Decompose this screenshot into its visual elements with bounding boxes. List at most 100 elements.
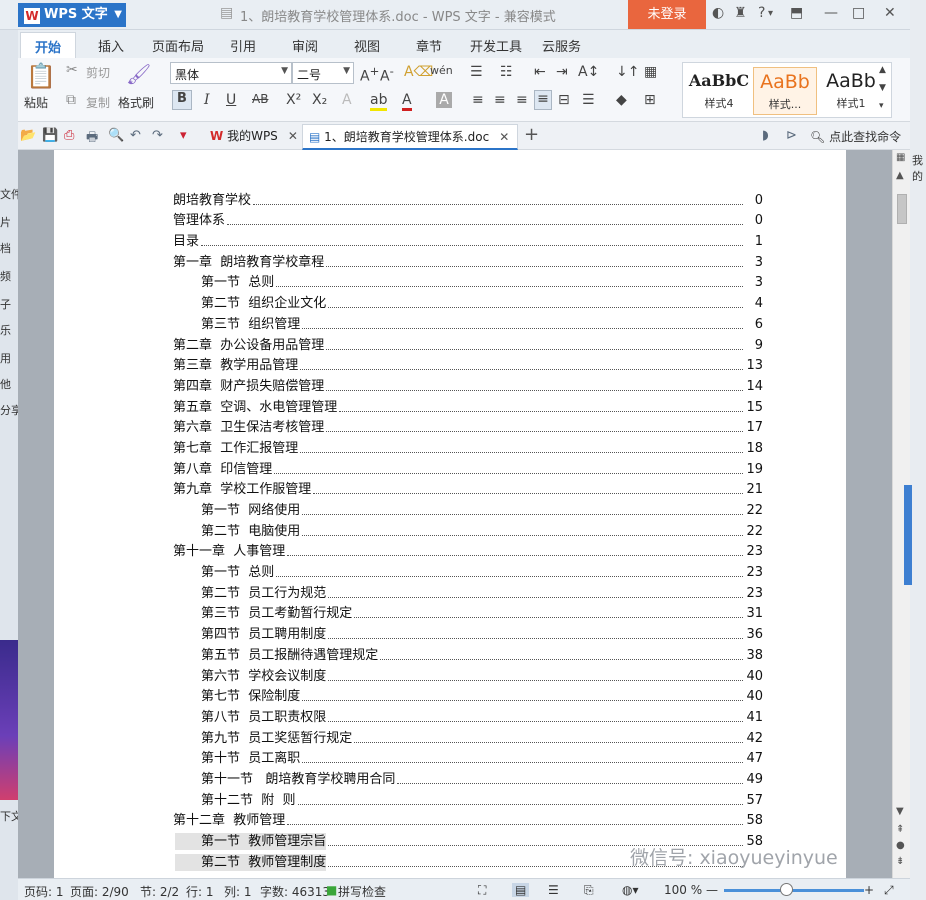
toc-entry[interactable]: 第二章 办公设备用品管理 9 — [173, 333, 763, 354]
tab-home[interactable]: 开始 — [20, 32, 77, 58]
scrollbar-thumb[interactable] — [897, 194, 907, 224]
border-icon[interactable]: ⊞ — [644, 92, 656, 108]
chinese-layout-icon[interactable]: A↕ — [578, 64, 599, 80]
help-dropdown-icon[interactable]: ▾ — [768, 8, 773, 19]
toc-entry[interactable]: 管理体系 0 — [173, 209, 763, 230]
bold-icon[interactable]: B — [172, 90, 192, 110]
select-browse-icon[interactable]: ● — [896, 840, 905, 851]
maximize-icon[interactable]: □ — [852, 5, 865, 21]
toc-entry[interactable]: 第四章 财产损失赔偿管理 14 — [173, 374, 763, 395]
tab-view[interactable]: 视图 — [354, 36, 380, 55]
style-option[interactable]: AaBbC 样式4 — [687, 67, 751, 115]
superscript-icon[interactable]: X² — [286, 92, 301, 108]
sidebar-toggle-icon[interactable]: ▦ — [896, 152, 905, 163]
spell-check-button[interactable]: 拼写检查 — [338, 883, 386, 900]
paste-button[interactable]: 粘贴 — [24, 94, 48, 111]
save-icon[interactable]: 💾 — [42, 128, 58, 143]
toc-entry[interactable]: 朗培教育学校 0 — [173, 188, 763, 209]
eye-protection-icon[interactable]: ◍▾ — [622, 883, 639, 897]
find-command-input[interactable]: 🔍︎ 点此查找命令 — [810, 128, 901, 145]
toc-entry[interactable]: 第一节 总则 3 — [173, 271, 763, 292]
close-icon[interactable]: ✕ — [884, 5, 896, 21]
font-name-select[interactable]: 黑体 ▼ — [170, 62, 292, 84]
skin-icon[interactable]: ◐ — [712, 5, 724, 21]
tab-cloud[interactable]: 云服务 — [542, 36, 581, 55]
web-view-icon[interactable]: ⎘ — [584, 883, 594, 898]
clear-format-icon[interactable]: A⌫ — [404, 64, 433, 80]
numbered-list-icon[interactable]: ☷ — [500, 64, 513, 80]
toc-entry[interactable]: 第七节 保险制度 40 — [173, 685, 763, 706]
toc-entry[interactable]: 第二节 组织企业文化 4 — [173, 291, 763, 312]
status-column[interactable]: 列: 1 — [224, 883, 252, 900]
increase-indent-icon[interactable]: ⇥ — [556, 64, 568, 80]
grow-font-icon[interactable]: A+ — [360, 64, 379, 85]
open-folder-icon[interactable]: 📂 — [20, 128, 36, 143]
status-section[interactable]: 节: 2/2 — [140, 883, 179, 900]
zoom-in-icon[interactable]: + — [864, 883, 874, 897]
toc-entry[interactable]: 第三章 教学用品管理 13 — [173, 354, 763, 375]
shrink-font-icon[interactable]: A- — [380, 64, 394, 85]
tab-review[interactable]: 审阅 — [292, 36, 318, 55]
print-preview-icon[interactable]: 🔍 — [108, 128, 124, 143]
copy-button[interactable]: 复制 — [86, 94, 110, 111]
italic-icon[interactable]: I — [204, 92, 210, 108]
next-page-icon[interactable]: ⇟ — [896, 856, 904, 867]
status-page-number[interactable]: 页码: 1 — [24, 883, 64, 900]
outline-view-icon[interactable]: ☰ — [548, 883, 559, 897]
decrease-indent-icon[interactable]: ⇤ — [534, 64, 546, 80]
style-scroll-up-icon[interactable]: ▲ — [879, 65, 886, 75]
quick-access-menu-icon[interactable]: ▾ — [180, 128, 187, 143]
toc-entry[interactable]: 第九节 员工奖惩暂行规定 42 — [173, 726, 763, 747]
undo-icon[interactable]: ↶ — [130, 128, 141, 143]
full-screen-icon[interactable]: ⛶ — [478, 883, 486, 898]
shirt-icon[interactable]: ♜ — [734, 5, 747, 21]
highlight-icon[interactable]: ab — [370, 92, 388, 111]
justify-icon[interactable]: ≡ — [534, 90, 552, 110]
style-more-icon[interactable]: ▾ — [879, 101, 884, 111]
distributed-icon[interactable]: ⊟ — [558, 92, 570, 108]
minimize-icon[interactable]: — — [824, 5, 838, 21]
toc-entry[interactable]: 第二节 员工行为规范 23 — [173, 581, 763, 602]
toc-entry[interactable]: 第五章 空调、水电管理管理 15 — [173, 395, 763, 416]
toc-entry[interactable]: 第九章 学校工作服管理 21 — [173, 478, 763, 499]
tab-references[interactable]: 引用 — [230, 36, 256, 55]
align-center-icon[interactable]: ≡ — [494, 92, 506, 108]
zoom-level[interactable]: 100 % — [664, 883, 702, 897]
tab-developer[interactable]: 开发工具 — [470, 36, 522, 55]
style-scroll-down-icon[interactable]: ▼ — [879, 83, 886, 93]
line-spacing-icon[interactable]: ☰ — [582, 92, 595, 108]
align-right-icon[interactable]: ≡ — [516, 92, 528, 108]
tab-insert[interactable]: 插入 — [98, 36, 124, 55]
tab-my-wps[interactable]: W 我的WPS ✕ — [204, 124, 300, 150]
phonetic-icon[interactable]: wén — [430, 64, 453, 77]
scroll-up-icon[interactable]: ▲ — [896, 170, 904, 181]
style-option[interactable]: AaBb 样式... — [753, 67, 817, 115]
toc-entry[interactable]: 第三节 员工考勤暂行规定 31 — [173, 602, 763, 623]
fit-window-icon[interactable]: ⤢ — [884, 883, 894, 898]
zoom-out-icon[interactable]: — — [706, 883, 718, 897]
toc-entry[interactable]: 第一节 网络使用 22 — [173, 498, 763, 519]
toc-entry[interactable]: 第十一章 人事管理 23 — [173, 540, 763, 561]
close-tab-icon[interactable]: ✕ — [499, 130, 509, 144]
cut-button[interactable]: 剪切 — [86, 64, 110, 81]
status-row[interactable]: 行: 1 — [186, 883, 214, 900]
paste-icon[interactable]: 📋 — [26, 62, 56, 90]
toc-entry[interactable]: 第十一节 朗培教育学校聘用合同 49 — [173, 767, 763, 788]
format-painter-button[interactable]: 格式刷 — [118, 94, 154, 111]
document-page[interactable]: 朗培教育学校 0 管理体系 0 目录 1 第一章 朗培教育学校章程 3 第一节 总则 3 第二节 组… — [54, 150, 846, 878]
toc-entry[interactable]: 第十节 员工离职 47 — [173, 747, 763, 768]
toc-entry[interactable]: 第十二节 附 则 57 — [173, 788, 763, 809]
format-painter-icon[interactable]: 🖌 — [126, 62, 151, 86]
font-size-select[interactable]: 二号 ▼ — [292, 62, 354, 84]
align-left-icon[interactable]: ≡ — [472, 92, 484, 108]
bullet-list-icon[interactable]: ☰ — [470, 64, 483, 80]
tab-document[interactable]: ▤ 1、朗培教育学校管理体系.doc ✕ — [302, 124, 518, 150]
underline-icon[interactable]: U — [226, 92, 236, 108]
toc-entry[interactable]: 第一章 朗培教育学校章程 3 — [173, 250, 763, 271]
toc-entry[interactable]: 第六章 卫生保洁考核管理 17 — [173, 416, 763, 437]
scroll-down-icon[interactable]: ▼ — [896, 806, 904, 817]
char-shading-icon[interactable]: A — [436, 92, 452, 108]
toc-entry[interactable]: 第一节 总则 23 — [173, 560, 763, 581]
toc-entry[interactable]: 第八章 印信管理 19 — [173, 457, 763, 478]
tab-page-layout[interactable]: 页面布局 — [152, 36, 204, 55]
